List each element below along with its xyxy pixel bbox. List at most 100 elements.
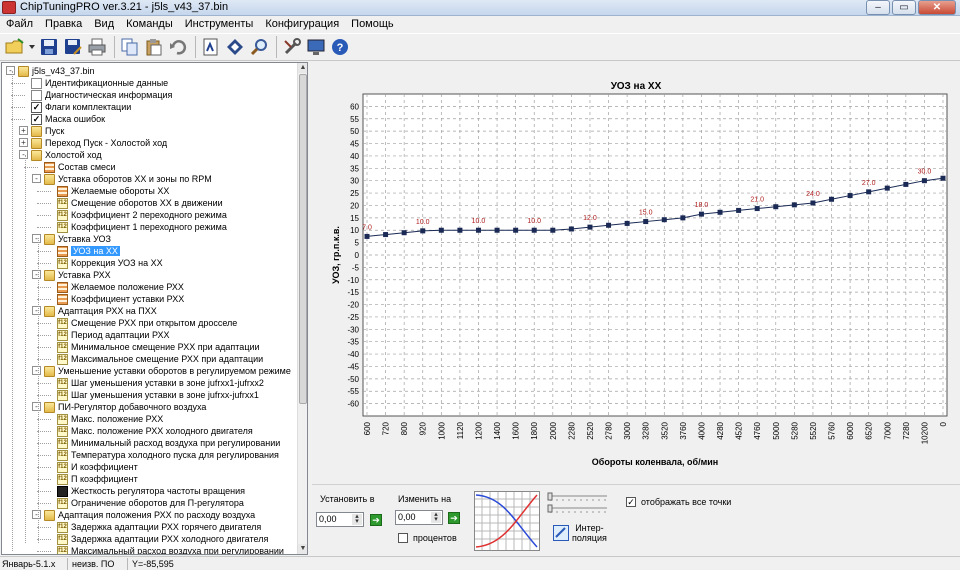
tree-item[interactable]: Температура холодного пуска для регулиро… [71, 449, 279, 461]
tree-item[interactable]: Ограничение оборотов для П-регулятора [71, 497, 244, 509]
tree-item[interactable]: Пуск [45, 125, 64, 137]
data-point[interactable] [513, 227, 519, 233]
menu-edit[interactable]: Правка [39, 16, 88, 32]
collapse-icon[interactable]: - [32, 174, 41, 183]
data-point[interactable] [773, 204, 779, 210]
close-button[interactable]: ✕ [918, 0, 956, 15]
tree-item[interactable]: Жесткость регулятора частоты вращения [71, 485, 245, 497]
minimize-button[interactable]: – [866, 0, 890, 15]
tree-item[interactable]: Идентификационные данные [45, 77, 168, 89]
data-point[interactable] [401, 230, 407, 236]
data-point[interactable] [587, 224, 593, 230]
tree-item[interactable]: Адаптация РХХ на ПХХ [58, 305, 157, 317]
tree-item[interactable]: Максимальное смещение РХХ при адаптации [71, 353, 263, 365]
save-as-button[interactable] [62, 36, 84, 58]
open-folder-button[interactable] [4, 36, 26, 58]
collapse-icon[interactable]: - [32, 270, 41, 279]
navigate-button[interactable] [224, 36, 246, 58]
tree-item[interactable]: Переход Пуск - Холостой ход [45, 137, 167, 149]
tree-item[interactable]: Коррекция УОЗ на ХХ [71, 257, 163, 269]
chart-svg[interactable]: 605550454035302520151050-5-10-15-20-25-3… [312, 62, 960, 482]
data-point[interactable] [494, 227, 500, 233]
collapse-icon[interactable]: - [32, 366, 41, 375]
tree-item[interactable]: Холостой ход [45, 149, 102, 161]
data-point[interactable] [698, 211, 704, 217]
data-point[interactable] [550, 227, 556, 233]
print-button[interactable] [86, 36, 108, 58]
open-dropdown-icon[interactable] [28, 36, 36, 58]
tree-item[interactable]: Минимальное смещение РХХ при адаптации [71, 341, 260, 353]
tree-item[interactable]: Желаемые обороты ХХ [71, 185, 169, 197]
search-button[interactable] [248, 36, 270, 58]
tree-item[interactable]: Уставка оборотов ХХ и зоны по RPM [58, 173, 212, 185]
plot-area[interactable] [362, 93, 948, 417]
tree-item[interactable]: Флаги комплектации [45, 101, 131, 113]
maximize-button[interactable]: ▭ [892, 0, 916, 15]
data-point[interactable] [383, 232, 389, 238]
collapse-icon[interactable]: - [6, 66, 15, 75]
data-point[interactable] [754, 206, 760, 212]
tree-item[interactable]: И коэффициент [71, 461, 138, 473]
smoothing-sliders[interactable] [547, 491, 609, 515]
expand-icon[interactable]: + [19, 126, 28, 135]
data-point[interactable] [847, 193, 853, 199]
menu-help[interactable]: Помощь [345, 16, 400, 32]
set-value-spinner-icon[interactable]: ▴ ▾ [352, 513, 362, 525]
apply-change-button[interactable]: ➔ [448, 512, 460, 524]
change-value-spinner-icon[interactable]: ▴ ▾ [431, 511, 441, 523]
parameter-tree[interactable]: - j5ls_v43_37.bin Идентификационные данные… [1, 62, 308, 555]
tree-item[interactable]: Коэффициент 2 переходного режима [71, 209, 227, 221]
collapse-icon[interactable]: - [32, 234, 41, 243]
collapse-icon[interactable]: - [32, 510, 41, 519]
menu-view[interactable]: Вид [88, 16, 120, 32]
tree-item[interactable]: j5ls_v43_37.bin [32, 65, 95, 77]
tree-item[interactable]: Коэффициент уставки РХХ [71, 293, 184, 305]
data-point[interactable] [903, 181, 909, 187]
collapse-icon[interactable]: - [32, 402, 41, 411]
data-point[interactable] [829, 196, 835, 202]
tree-item[interactable]: Состав смеси [58, 161, 116, 173]
interpolation-icon[interactable] [553, 525, 569, 541]
tree-item[interactable]: Диагностическая информация [45, 89, 172, 101]
data-point[interactable] [438, 227, 444, 233]
tree-item[interactable]: ПИ-Регулятор добавочного воздуха [58, 401, 206, 413]
collapse-icon[interactable]: - [19, 150, 28, 159]
data-point[interactable] [810, 200, 816, 206]
tree-item[interactable]: Макс. положение РХХ [71, 413, 163, 425]
tree-item[interactable]: Уменьшение уставки оборотов в регулируем… [58, 365, 291, 377]
change-value-input[interactable]: 0,00 ▴ ▾ [395, 510, 443, 525]
data-point[interactable] [364, 233, 370, 239]
apply-set-button[interactable]: ➔ [370, 514, 382, 526]
data-point[interactable] [457, 227, 463, 233]
data-point[interactable] [736, 207, 742, 213]
help-button[interactable]: ? [329, 36, 351, 58]
tree-item[interactable]: Смещение РХХ при открытом дросселе [71, 317, 237, 329]
data-point[interactable] [940, 175, 946, 181]
tree-item[interactable]: П коэффициент [71, 473, 138, 485]
tree-item[interactable]: Коэффициент 1 переходного режима [71, 221, 227, 233]
tree-item[interactable]: Макс. положение РХХ холодного двигателя [71, 425, 253, 437]
scroll-thumb[interactable] [299, 74, 307, 404]
set-value-input[interactable]: 0,00 ▴ ▾ [316, 512, 364, 527]
data-point[interactable] [791, 202, 797, 208]
tree-item[interactable]: Минимальный расход воздуха при регулиров… [71, 437, 280, 449]
tree-item[interactable]: Уставка РХХ [58, 269, 111, 281]
menu-tools[interactable]: Инструменты [179, 16, 260, 32]
save-button[interactable] [38, 36, 60, 58]
tree-item[interactable]: Смещение оборотов ХХ в движении [71, 197, 223, 209]
tree-item[interactable]: Маска ошибок [45, 113, 105, 125]
copy-button[interactable] [119, 36, 141, 58]
undo-button[interactable] [167, 36, 189, 58]
scroll-up-arrow-icon[interactable]: ▲ [298, 63, 307, 73]
show-all-points-checkbox[interactable]: ✓ [626, 497, 636, 507]
menu-configuration[interactable]: Конфигурация [259, 16, 345, 32]
tree-item[interactable]: УОЗ на ХХ [71, 245, 120, 257]
tree-item[interactable]: Адаптация положения РХХ по расходу возду… [58, 509, 255, 521]
data-point[interactable] [661, 217, 667, 223]
menu-commands[interactable]: Команды [120, 16, 179, 32]
tree-item[interactable]: Максимальный расход воздуха при регулиро… [71, 545, 284, 554]
scroll-down-arrow-icon[interactable]: ▼ [298, 544, 307, 554]
tree-item[interactable]: Желаемое положение РХХ [71, 281, 184, 293]
tools-button[interactable] [281, 36, 303, 58]
tree-item[interactable]: Уставка УОЗ [58, 233, 111, 245]
